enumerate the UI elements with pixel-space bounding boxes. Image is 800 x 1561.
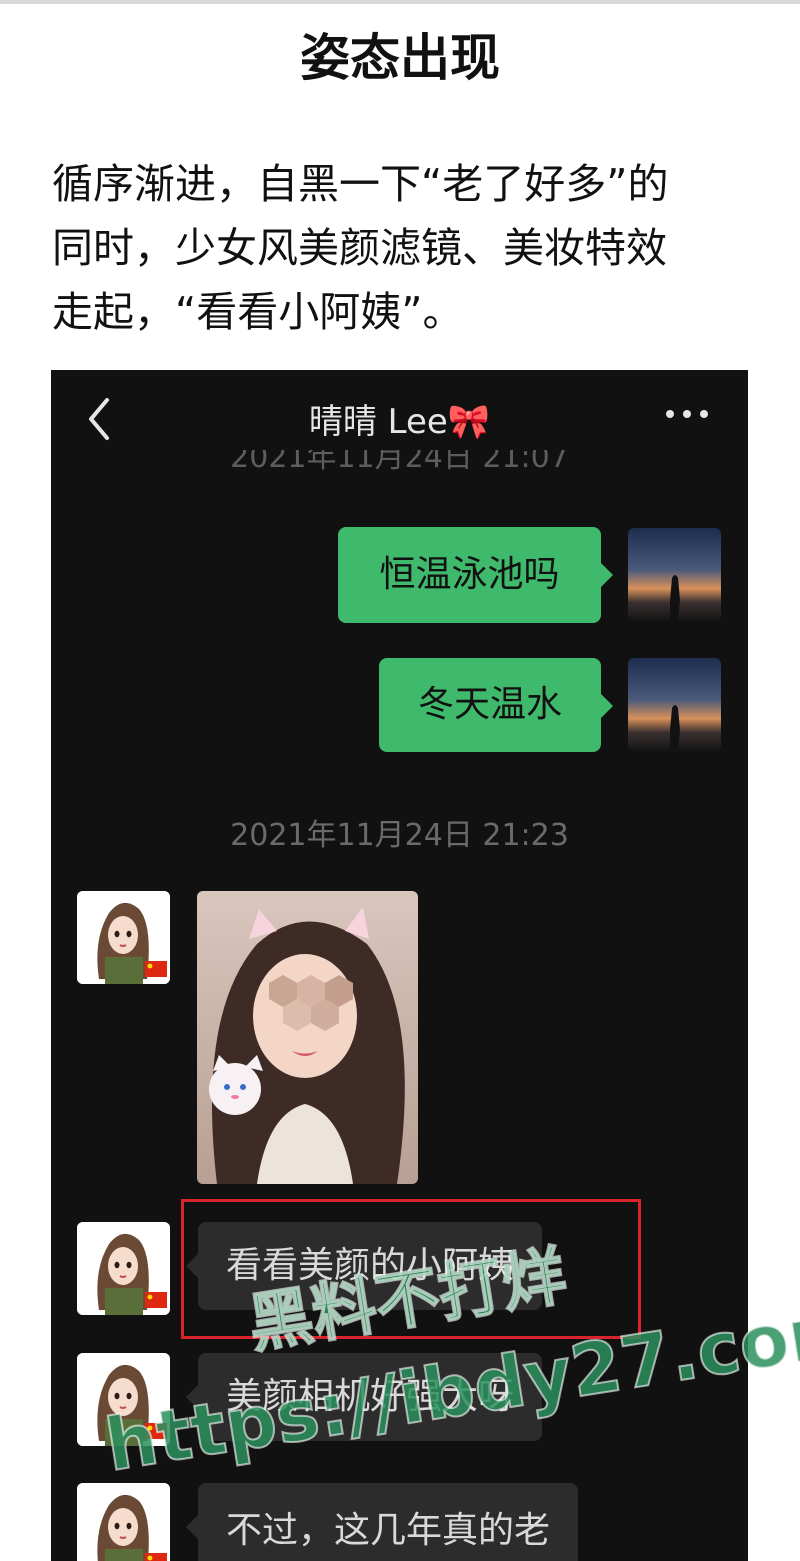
my-avatar[interactable]: [628, 528, 721, 621]
contact-avatar[interactable]: [77, 1483, 170, 1561]
highlight-box: [181, 1199, 641, 1339]
china-flag-icon: [145, 1423, 167, 1439]
paragraph-line: 走起，“看看小阿姨”。: [52, 288, 464, 336]
contact-message-bubble[interactable]: 美颜相机好强大呀: [185, 1353, 543, 1441]
chat-timestamp: 2021年11月24日 21:23: [230, 818, 569, 853]
more-dots-icon[interactable]: [666, 410, 708, 418]
contact-avatar[interactable]: [77, 1353, 170, 1446]
my-avatar[interactable]: [628, 658, 721, 751]
my-message-bubble[interactable]: 冬天温水: [379, 658, 613, 752]
article-title: 姿态出现: [300, 29, 500, 87]
photo-message[interactable]: [197, 891, 418, 1184]
china-flag-icon: [145, 1553, 167, 1561]
chat-screenshot: 晴晴 Lee🎀 2021年11月24日 21:07 恒温泳池吗 冬天温水 202…: [51, 370, 748, 1561]
article-paragraph: 循序渐进，自黑一下“老了好多”的 同时，少女风美颜滤镜、美妆特效 走起，“看看小…: [52, 152, 752, 344]
china-flag-icon: [145, 1292, 167, 1308]
contact-avatar[interactable]: [77, 891, 170, 984]
timestamp-partial: 2021年11月24日 21:07: [230, 450, 569, 475]
paragraph-line: 循序渐进，自黑一下“老了好多”的: [52, 160, 669, 208]
top-divider: [0, 0, 800, 4]
chat-contact-name: 晴晴 Lee🎀: [308, 402, 491, 442]
contact-message-bubble[interactable]: 不过，这几年真的老: [185, 1483, 579, 1561]
china-flag-icon: [145, 961, 167, 977]
contact-avatar[interactable]: [77, 1222, 170, 1315]
paragraph-line: 同时，少女风美颜滤镜、美妆特效: [52, 224, 667, 272]
my-message-bubble[interactable]: 恒温泳池吗: [338, 527, 613, 623]
